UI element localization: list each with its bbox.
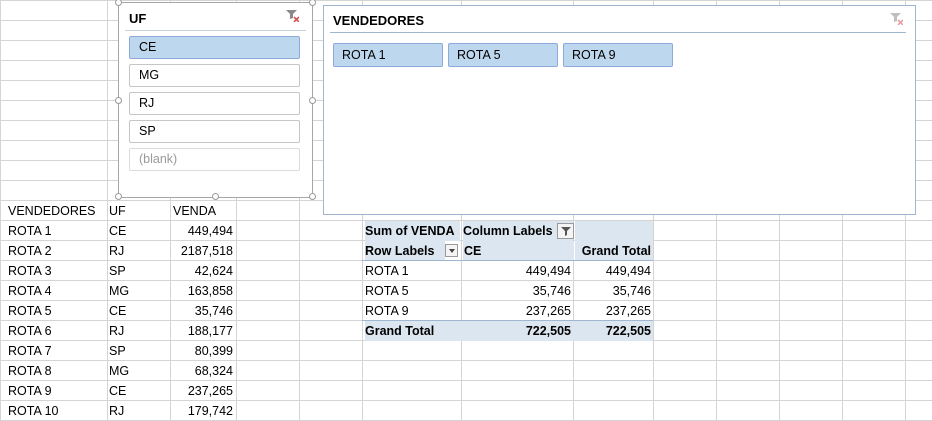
table-cell: 80,399 [194, 344, 233, 358]
table-cell: 188,177 [187, 324, 233, 338]
table-cell: 68,324 [194, 364, 233, 378]
resize-handle[interactable] [309, 97, 316, 104]
pivot-value-cell: 449,494 [605, 264, 651, 278]
clear-filter-icon[interactable] [285, 8, 299, 22]
pivot-row-label: ROTA 1 [365, 264, 409, 278]
vendedores-slicer-title: VENDEDORES [333, 13, 425, 28]
table-cell: 163,858 [187, 284, 233, 298]
vendedores-slicer-item-rota-5[interactable]: ROTA 5 [448, 43, 558, 67]
resize-handle[interactable] [115, 97, 122, 104]
table-cell: 449,494 [187, 224, 233, 238]
table-header-venda: VENDA [173, 204, 217, 218]
row-labels-dropdown-button[interactable] [445, 244, 458, 257]
uf-slicer-title: UF [129, 11, 147, 26]
table-cell: ROTA 4 [8, 284, 52, 298]
table-cell: MG [109, 284, 130, 298]
table-cell: ROTA 8 [8, 364, 52, 378]
table-cell: ROTA 2 [8, 244, 52, 258]
vendedores-slicer-item-rota-9[interactable]: ROTA 9 [563, 43, 673, 67]
pivot-value-label: Sum of VENDA [365, 221, 460, 241]
pivot-grand-total-header: Grand Total [575, 241, 653, 261]
vendedores-slicer[interactable]: VENDEDORES ROTA 1 ROTA 5 ROTA 9 [323, 5, 916, 215]
table-cell: CE [109, 224, 127, 238]
resize-handle[interactable] [115, 0, 122, 6]
table-cell: 179,742 [187, 404, 233, 418]
pivot-row-label: ROTA 9 [365, 304, 409, 318]
vendedores-slicer-item-rota-1[interactable]: ROTA 1 [333, 43, 443, 67]
table-cell: ROTA 7 [8, 344, 52, 358]
table-header-vendedores: VENDEDORES [8, 204, 96, 218]
table-cell: ROTA 3 [8, 264, 52, 278]
table-cell: 237,265 [187, 384, 233, 398]
pivot-value-cell: 449,494 [525, 264, 571, 278]
pivot-grand-total-value: 722,505 [573, 321, 653, 341]
pivot-grand-total-label: Grand Total [365, 321, 461, 341]
table-cell: CE [109, 384, 127, 398]
table-cell: CE [109, 304, 127, 318]
table-cell: SP [109, 264, 126, 278]
uf-slicer-item-SP[interactable]: SP [129, 120, 300, 143]
table-cell: RJ [109, 244, 125, 258]
table-cell: 2187,518 [180, 244, 233, 258]
resize-handle[interactable] [212, 193, 219, 200]
pivot-value-cell: 237,265 [525, 304, 571, 318]
table-cell: ROTA 1 [8, 224, 52, 238]
pivot-value-cell: 35,746 [532, 284, 571, 298]
table-cell: RJ [109, 324, 125, 338]
table-cell: ROTA 6 [8, 324, 52, 338]
table-cell: ROTA 5 [8, 304, 52, 318]
table-cell: 35,746 [194, 304, 233, 318]
uf-slicer[interactable]: UF CE MG RJ SP (blank) [115, 0, 316, 200]
uf-slicer-item-CE[interactable]: CE [129, 36, 300, 59]
pivot-value-cell: 237,265 [605, 304, 651, 318]
pivot-column-header: CE [463, 241, 574, 261]
resize-handle[interactable] [115, 193, 122, 200]
table-cell: MG [109, 364, 130, 378]
table-cell: 42,624 [194, 264, 233, 278]
pivot-value-cell: 35,746 [612, 284, 651, 298]
uf-slicer-item-MG[interactable]: MG [129, 64, 300, 87]
table-header-uf: UF [109, 204, 126, 218]
pivot-row-labels: Row Labels [365, 241, 445, 261]
table-cell: RJ [109, 404, 125, 418]
uf-slicer-item-blank[interactable]: (blank) [129, 148, 300, 171]
pivot-grand-total-ce: 722,505 [461, 321, 573, 341]
table-cell: SP [109, 344, 126, 358]
table-cell: ROTA 9 [8, 384, 52, 398]
resize-handle[interactable] [309, 193, 316, 200]
table-cell: ROTA 10 [8, 404, 59, 418]
filter-funnel-icon [561, 227, 571, 236]
column-filter-button[interactable] [557, 223, 574, 239]
uf-slicer-item-RJ[interactable]: RJ [129, 92, 300, 115]
clear-filter-icon[interactable] [889, 11, 903, 25]
pivot-row-label: ROTA 5 [365, 284, 409, 298]
